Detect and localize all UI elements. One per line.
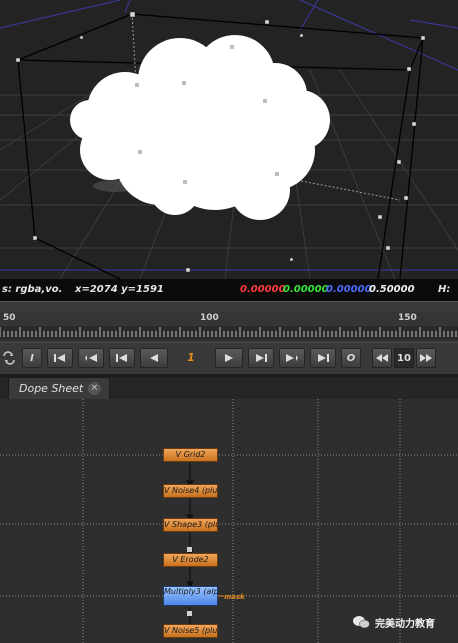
hue-label: H: xyxy=(438,284,451,295)
red-value: 0.00000 xyxy=(240,284,286,295)
loop-mode-button[interactable] xyxy=(0,348,18,368)
set-out-point-button[interactable]: O xyxy=(341,348,361,368)
timeline[interactable]: 50 100 150 xyxy=(0,312,458,342)
channel-info: s: rgba,vo. xyxy=(2,284,63,295)
prev-frame-button[interactable] xyxy=(109,348,135,368)
panel-divider xyxy=(0,301,458,312)
set-in-point-button[interactable]: I xyxy=(22,348,42,368)
tick-label-50: 50 xyxy=(3,313,16,323)
next-frame-button[interactable] xyxy=(248,348,274,368)
play-icon xyxy=(225,354,233,362)
skip-end-icon xyxy=(318,354,329,362)
prev-keyframe-button[interactable] xyxy=(78,348,104,368)
fast-forward-icon xyxy=(420,354,432,362)
play-reverse-icon xyxy=(150,354,158,362)
node-erode2[interactable]: V Erode2 xyxy=(163,553,218,567)
step-forward-increment-button[interactable] xyxy=(416,348,436,368)
node-shape3[interactable]: V Shape3 (plus xyxy=(163,518,218,532)
node-graph-grid xyxy=(0,399,458,643)
close-tab-icon[interactable]: × xyxy=(88,382,101,395)
next-key-icon xyxy=(286,354,298,362)
step-forward-icon xyxy=(256,354,267,362)
play-backward-button[interactable] xyxy=(140,348,168,368)
rewind-icon xyxy=(376,354,388,362)
skip-start-icon xyxy=(54,354,65,362)
tick-label-150: 150 xyxy=(398,313,417,323)
wechat-icon xyxy=(353,616,370,629)
mask-input-label: mask xyxy=(224,593,245,601)
playback-controls: I 1 O 10 xyxy=(0,342,458,375)
viewer-status-bar: s: rgba,vo. x=2074 y=1591 0.00000 0.0000… xyxy=(0,279,458,301)
node-grid2[interactable]: V Grid2 xyxy=(163,448,218,462)
loop-icon xyxy=(3,351,15,365)
goto-start-button[interactable] xyxy=(47,348,73,368)
frame-increment-field[interactable]: 10 xyxy=(394,348,414,368)
node-noise5[interactable]: V Noise5 (plus xyxy=(163,624,218,638)
play-forward-button[interactable] xyxy=(215,348,243,368)
tick-label-100: 100 xyxy=(200,313,219,323)
tab-label: Dope Sheet xyxy=(19,382,84,395)
alpha-value: 0.50000 xyxy=(369,284,415,295)
panel-tab-bar: Dope Sheet × xyxy=(0,377,458,400)
current-frame-field[interactable]: 1 xyxy=(175,348,207,368)
viewer-3d[interactable] xyxy=(0,0,458,279)
frame-ruler[interactable] xyxy=(0,326,458,340)
goto-end-button[interactable] xyxy=(310,348,336,368)
watermark: 完美动力教育 xyxy=(353,612,453,632)
viewer-canvas[interactable] xyxy=(0,0,458,279)
node-multiply3[interactable]: Multiply3 (alpha) xyxy=(163,586,218,606)
tab-dope-sheet[interactable]: Dope Sheet × xyxy=(8,377,110,399)
blue-value: 0.00000 xyxy=(326,284,372,295)
prev-key-icon xyxy=(85,354,97,362)
green-value: 0.00000 xyxy=(283,284,329,295)
next-keyframe-button[interactable] xyxy=(279,348,305,368)
pixel-coords: x=2074 y=1591 xyxy=(75,284,164,295)
step-back-increment-button[interactable] xyxy=(372,348,392,368)
node-graph[interactable]: V Grid2 V Noise4 (plus V Shape3 (plus V … xyxy=(0,399,458,643)
watermark-text: 完美动力教育 xyxy=(375,618,435,630)
step-back-icon xyxy=(116,354,127,362)
node-noise4[interactable]: V Noise4 (plus xyxy=(163,484,218,498)
